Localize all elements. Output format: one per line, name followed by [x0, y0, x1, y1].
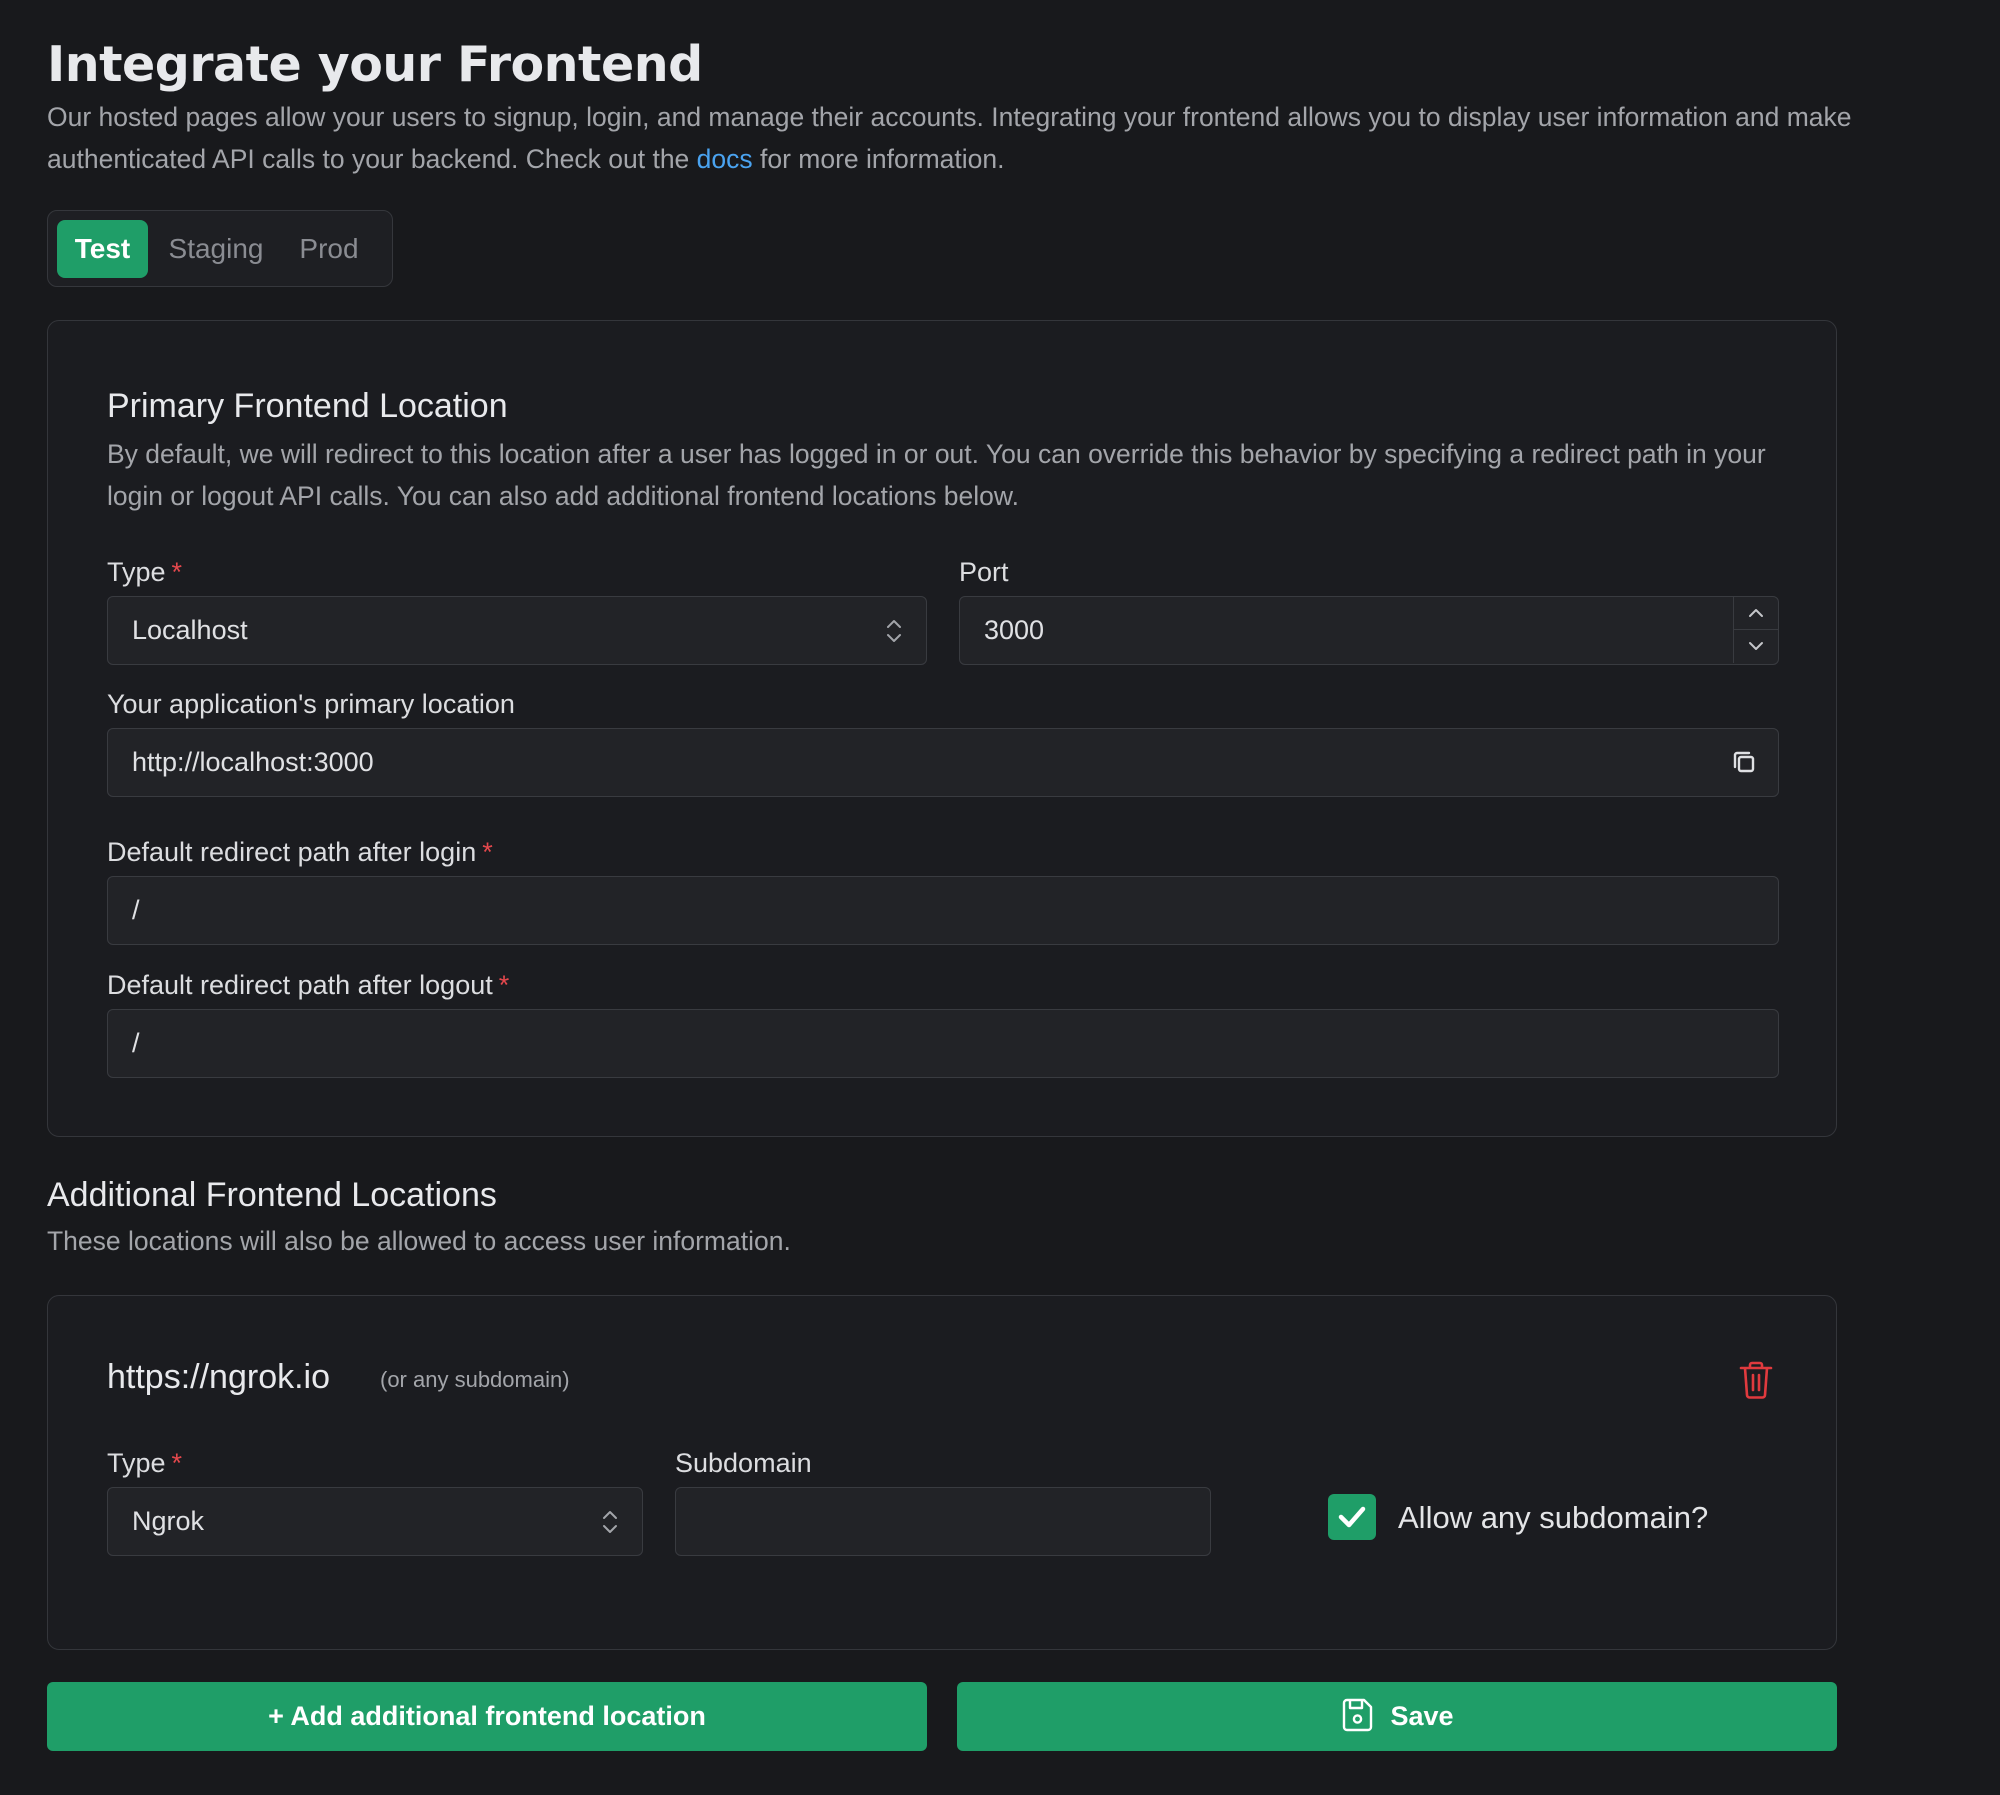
- required-marker: *: [498, 970, 510, 1000]
- additional-location-card: https://ngrok.io (or any subdomain) Type…: [47, 1295, 1837, 1650]
- port-input[interactable]: 3000: [959, 596, 1779, 665]
- subdomain-label: Subdomain: [675, 1448, 812, 1478]
- primary-location-card: Primary Frontend Location By default, we…: [47, 320, 1837, 1137]
- port-decrement-button[interactable]: [1734, 630, 1778, 663]
- required-marker: *: [482, 837, 493, 867]
- logout-redirect-input[interactable]: [108, 1010, 1778, 1077]
- location-type-select[interactable]: Ngrok: [107, 1487, 643, 1556]
- tab-test[interactable]: Test: [57, 220, 148, 278]
- type-label: Type *: [107, 557, 182, 588]
- additional-locations-description: These locations will also be allowed to …: [47, 1226, 791, 1256]
- allow-subdomain-label[interactable]: Allow any subdomain?: [1398, 1500, 1708, 1536]
- subdomain-field[interactable]: [675, 1487, 1211, 1556]
- type-select-value: Localhost: [132, 615, 248, 645]
- chevron-up-down-icon: [887, 620, 901, 642]
- floppy-disk-icon: [1343, 1698, 1373, 1732]
- tab-prod[interactable]: Prod: [284, 220, 374, 278]
- save-button[interactable]: Save: [957, 1682, 1837, 1751]
- docs-link[interactable]: docs: [697, 144, 753, 174]
- location-type-label-text: Type: [107, 1448, 166, 1478]
- check-icon: [1338, 1506, 1366, 1528]
- page-description: Our hosted pages allow your users to sig…: [47, 96, 1987, 180]
- chevron-up-icon: [1749, 609, 1763, 617]
- tab-staging[interactable]: Staging: [160, 220, 272, 278]
- additional-locations-title: Additional Frontend Locations: [47, 1176, 497, 1214]
- environment-tabs: Test Staging Prod: [47, 210, 393, 287]
- trash-icon[interactable]: [1738, 1360, 1774, 1400]
- copy-icon[interactable]: [1730, 748, 1758, 776]
- location-name: https://ngrok.io: [107, 1358, 331, 1396]
- add-location-button[interactable]: + Add additional frontend location: [47, 1682, 927, 1751]
- primary-location-description: By default, we will redirect to this loc…: [107, 439, 1766, 511]
- page-title: Integrate your Frontend: [47, 36, 703, 93]
- chevron-up-down-icon: [603, 1511, 617, 1533]
- login-redirect-field[interactable]: [107, 876, 1779, 945]
- login-redirect-input[interactable]: [108, 877, 1778, 944]
- allow-subdomain-checkbox[interactable]: [1328, 1494, 1376, 1540]
- type-select[interactable]: Localhost: [107, 596, 927, 665]
- required-marker: *: [171, 557, 183, 587]
- type-label-text: Type: [107, 557, 166, 587]
- page: Integrate your Frontend Our hosted pages…: [0, 0, 2000, 1795]
- port-stepper: [1733, 597, 1778, 663]
- primary-location-title: Primary Frontend Location: [107, 387, 508, 425]
- logout-redirect-label-text: Default redirect path after logout: [107, 970, 493, 1000]
- subdomain-input[interactable]: [676, 1488, 1210, 1555]
- logout-redirect-label: Default redirect path after logout *: [107, 970, 509, 1001]
- port-label: Port: [959, 557, 1009, 587]
- primary-location-field[interactable]: http://localhost:3000: [107, 728, 1779, 797]
- required-marker: *: [171, 1448, 183, 1478]
- primary-location-value: http://localhost:3000: [132, 747, 374, 777]
- port-input-value: 3000: [984, 615, 1045, 645]
- logout-redirect-field[interactable]: [107, 1009, 1779, 1078]
- location-subdomain-note: (or any subdomain): [380, 1367, 570, 1392]
- page-description-text-end: for more information.: [752, 144, 1005, 174]
- location-type-select-value: Ngrok: [132, 1506, 205, 1536]
- login-redirect-label-text: Default redirect path after login: [107, 837, 477, 867]
- location-type-label: Type *: [107, 1448, 182, 1479]
- primary-location-label: Your application's primary location: [107, 689, 515, 719]
- port-increment-button[interactable]: [1734, 597, 1778, 630]
- chevron-down-icon: [1749, 642, 1763, 650]
- save-button-label: Save: [1390, 1701, 1454, 1731]
- login-redirect-label: Default redirect path after login *: [107, 837, 493, 868]
